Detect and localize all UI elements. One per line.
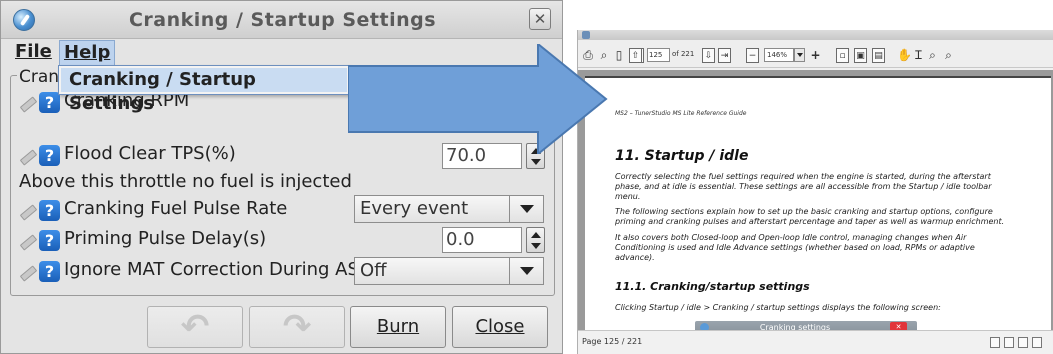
ignore-mat-row: ? Ignore MAT Correction During ASE: [19, 258, 370, 288]
priming-delay-row: ? Priming Pulse Delay(s): [19, 227, 439, 257]
pdf-app-icon: [582, 31, 590, 39]
continuous-view-icon[interactable]: [1004, 337, 1014, 348]
chevron-down-icon[interactable]: [509, 195, 543, 223]
help-icon[interactable]: ?: [39, 261, 60, 282]
callout-arrow: [348, 44, 608, 154]
priming-delay-input[interactable]: 0.0: [442, 227, 522, 253]
previous-page-icon[interactable]: ⇧: [629, 48, 642, 63]
pdf-running-header: MS2 – TunerStudio MS Lite Reference Guid…: [615, 110, 747, 117]
pdf-paragraph: Correctly selecting the fuel settings re…: [615, 172, 992, 201]
burn-label: Burn: [376, 316, 420, 337]
pdf-paragraph: The following sections explain how to se…: [615, 207, 1005, 226]
pencil-icon[interactable]: [19, 204, 36, 218]
next-page-icon[interactable]: ⇩: [702, 48, 715, 63]
menu-help[interactable]: Help: [59, 40, 116, 66]
last-page-icon[interactable]: ⇥: [718, 48, 731, 63]
select-tool-icon[interactable]: Ɪ: [912, 48, 925, 63]
redo-button[interactable]: ↷: [249, 306, 345, 348]
zoom-out-icon[interactable]: −: [746, 48, 759, 63]
pdf-viewer: ⎙ ⌕ ▯ ⇤ 125 of 221 ⇩ ⇥ − 146% + ▫ ▣ ▤ ✋ …: [577, 30, 1053, 354]
page-count: of 221: [672, 50, 695, 58]
dynamic-zoom-icon[interactable]: ⌕: [942, 48, 955, 63]
dialog-title-bar[interactable]: Cranking / Startup Settings ✕: [1, 1, 562, 39]
help-icon[interactable]: ?: [39, 230, 60, 251]
hand-tool-icon[interactable]: ✋: [897, 48, 912, 63]
continuous-facing-view-icon[interactable]: [1032, 337, 1042, 348]
panel-icon[interactable]: ▯: [613, 48, 625, 63]
menu-file-label: File: [15, 41, 52, 62]
priming-delay-spinner[interactable]: [526, 227, 545, 253]
flood-clear-label: Flood Clear TPS(%): [64, 143, 236, 164]
pdf-window-strip: [578, 30, 1053, 40]
chevron-down-icon[interactable]: [509, 257, 543, 285]
ignore-mat-label: Ignore MAT Correction During ASE: [64, 259, 371, 280]
ignore-mat-value: Off: [360, 260, 387, 281]
pdf-subtext: Clicking Startup / idle > Cranking / sta…: [615, 303, 941, 312]
fuel-pulse-rate-row: ? Cranking Fuel Pulse Rate: [19, 197, 349, 227]
pencil-icon[interactable]: [19, 265, 36, 279]
pencil-icon[interactable]: [19, 149, 36, 163]
chevron-down-icon[interactable]: [794, 48, 805, 62]
burn-button[interactable]: Burn: [350, 306, 446, 348]
close-button[interactable]: Close: [452, 306, 548, 348]
flood-clear-note: Above this throttle no fuel is injected: [19, 171, 352, 192]
pencil-icon[interactable]: [19, 96, 36, 110]
undo-icon: ↶: [180, 307, 210, 347]
fuel-pulse-rate-value: Every event: [360, 198, 469, 219]
marquee-zoom-icon[interactable]: ⌕: [926, 48, 939, 63]
dialog-title: Cranking / Startup Settings: [128, 9, 437, 31]
callout-arrow-shape: [348, 44, 608, 154]
single-page-view-icon[interactable]: [990, 337, 1000, 348]
undo-button[interactable]: ↶: [147, 306, 243, 348]
pencil-icon[interactable]: [19, 234, 36, 248]
pdf-subheading: 11.1. Cranking/startup settings: [615, 280, 810, 293]
page-number-input[interactable]: 125: [647, 48, 670, 62]
fit-width-icon[interactable]: ▤: [872, 48, 885, 63]
menu-item-cranking-startup[interactable]: Cranking / Startup Settings: [61, 68, 347, 114]
panel-legend: Cran: [17, 67, 62, 87]
help-dropdown: Cranking / Startup Settings: [58, 65, 350, 114]
fit-page-icon[interactable]: ▣: [854, 48, 867, 63]
help-icon[interactable]: ?: [39, 145, 60, 166]
pdf-status-bar: Page 125 / 221: [578, 330, 1053, 354]
facing-view-icon[interactable]: [1018, 337, 1028, 348]
zoom-in-icon[interactable]: +: [809, 48, 822, 63]
menu-file[interactable]: File: [11, 40, 56, 66]
close-label: Close: [475, 316, 525, 337]
redo-icon: ↷: [282, 307, 312, 347]
help-icon[interactable]: ?: [39, 92, 60, 113]
pdf-toolbar: ⎙ ⌕ ▯ ⇤ 125 of 221 ⇩ ⇥ − 146% + ▫ ▣ ▤ ✋ …: [578, 40, 1053, 68]
help-icon[interactable]: ?: [39, 200, 60, 221]
menu-help-label: Help: [64, 42, 111, 63]
fuel-pulse-rate-label: Cranking Fuel Pulse Rate: [64, 198, 288, 219]
zoom-select[interactable]: 146%: [764, 48, 794, 62]
pdf-heading: 11. Startup / idle: [615, 148, 749, 164]
actual-size-icon[interactable]: ▫: [836, 48, 849, 63]
priming-delay-label: Priming Pulse Delay(s): [64, 228, 267, 249]
page-indicator: Page 125 / 221: [582, 337, 643, 346]
close-icon[interactable]: ✕: [529, 8, 551, 30]
pdf-paragraph: It also covers both Closed-loop and Open…: [615, 233, 975, 262]
